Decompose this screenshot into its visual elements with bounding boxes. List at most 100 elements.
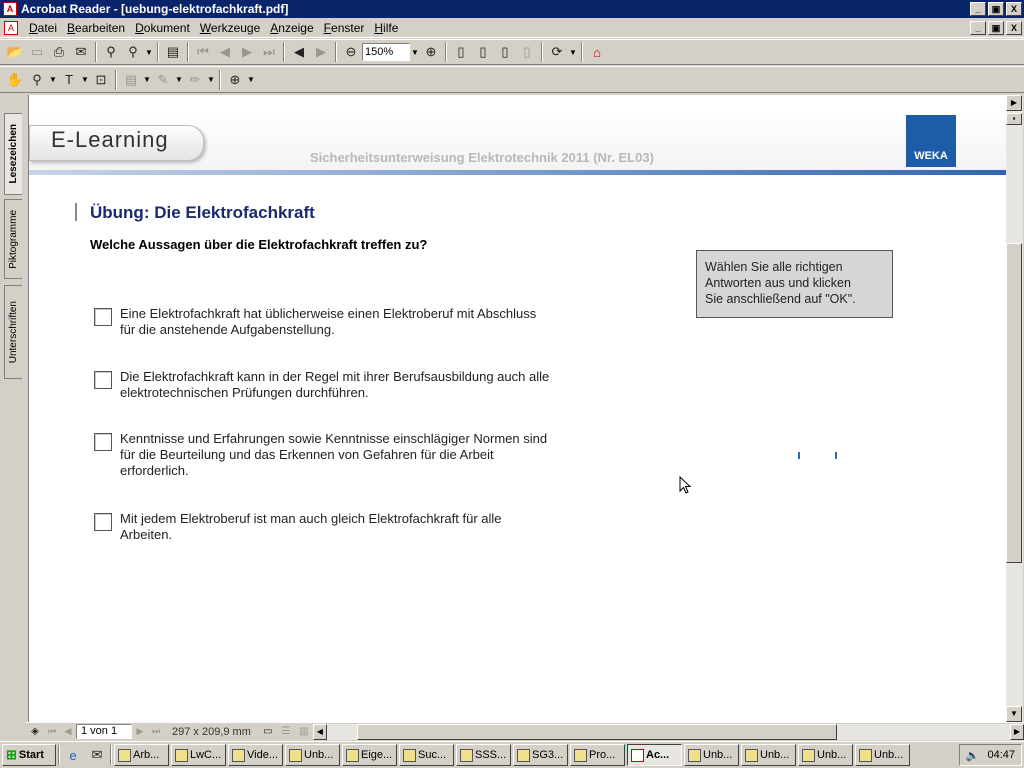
minimize-button[interactable]: _ xyxy=(970,2,986,16)
menu-werkzeuge[interactable]: Werkzeuge xyxy=(195,21,265,35)
pane-toggle-icon[interactable]: ◈ xyxy=(26,721,44,743)
taskbar-item-14[interactable]: Unb... xyxy=(855,744,910,766)
reflow-icon[interactable]: ▯ xyxy=(516,41,538,63)
taskbar-item-11[interactable]: Unb... xyxy=(684,744,739,766)
tab-piktogramme[interactable]: Piktogramme xyxy=(4,199,22,279)
search-dropdown-icon[interactable]: ▼ xyxy=(144,48,154,57)
show-navigation-icon[interactable]: ▤ xyxy=(162,41,184,63)
taskbar-item-6[interactable]: Suc... xyxy=(399,744,454,766)
find-icon[interactable]: ⚲ xyxy=(100,41,122,63)
note-dropdown-icon[interactable]: ▼ xyxy=(142,75,152,84)
single-page-icon[interactable]: ▭ xyxy=(259,721,277,743)
zoom-in-icon[interactable]: ⊕ xyxy=(420,41,442,63)
vertical-scrollbar[interactable]: ▶ ▪ ▼ xyxy=(1006,95,1023,722)
scroll-up-icon[interactable]: ▶ xyxy=(1006,95,1022,111)
taskbar-item-8[interactable]: SG3... xyxy=(513,744,568,766)
internet-explorer-icon[interactable]: e xyxy=(62,744,84,766)
taskbar-item-4[interactable]: Unb... xyxy=(285,744,340,766)
email-icon[interactable]: ✉ xyxy=(70,41,92,63)
menu-fenster[interactable]: Fenster xyxy=(319,21,370,35)
document-icon[interactable]: A xyxy=(4,20,18,35)
volume-icon[interactable]: 🔈 xyxy=(966,749,980,762)
fit-width-icon[interactable]: ▯ xyxy=(494,41,516,63)
horizontal-scroll-thumb[interactable] xyxy=(356,723,837,740)
page-number-field[interactable]: 1 von 1 xyxy=(76,724,132,739)
title-accent-bar xyxy=(75,203,77,221)
menu-bearbeiten[interactable]: Bearbeiten xyxy=(62,21,130,35)
hand-tool-icon[interactable]: ✋ xyxy=(4,69,26,91)
menu-anzeige[interactable]: Anzeige xyxy=(265,21,318,35)
menu-datei[interactable]: Datei xyxy=(24,21,62,35)
horizontal-scrollbar[interactable] xyxy=(326,723,1010,740)
zoom-dropdown-icon[interactable]: ▼ xyxy=(410,48,420,57)
scroll-left-icon[interactable]: ◀ xyxy=(312,723,327,740)
first-page-small-icon[interactable]: ⏮ xyxy=(44,721,60,743)
signature-icon[interactable]: ⊕ xyxy=(224,69,246,91)
go-back-icon[interactable]: ◀ xyxy=(288,41,310,63)
last-page-small-icon[interactable]: ⏭ xyxy=(148,721,164,743)
zoom-input[interactable]: 150% xyxy=(362,43,410,61)
last-page-icon[interactable]: ⏭ xyxy=(258,41,280,63)
menu-hilfe[interactable]: Hilfe xyxy=(369,21,403,35)
highlighter-icon[interactable]: ✏ xyxy=(184,69,206,91)
continuous-icon[interactable]: ☰ xyxy=(277,721,295,743)
taskbar-item-2[interactable]: LwC... xyxy=(171,744,226,766)
tab-lesezeichen[interactable]: Lesezeichen xyxy=(4,113,22,195)
zoom-tool-icon[interactable]: ⚲ xyxy=(26,69,48,91)
print-icon[interactable]: ⎙ xyxy=(48,41,70,63)
rotate-icon[interactable]: ⟳ xyxy=(546,41,568,63)
open-icon[interactable]: 📂 xyxy=(4,41,26,63)
actual-size-icon[interactable]: ▯ xyxy=(450,41,472,63)
answer-checkbox-3[interactable] xyxy=(94,433,112,451)
next-page-small-icon[interactable]: ▶ xyxy=(132,721,148,743)
go-forward-icon[interactable]: ▶ xyxy=(310,41,332,63)
highlighter-dropdown-icon[interactable]: ▼ xyxy=(206,75,216,84)
text-select-dropdown-icon[interactable]: ▼ xyxy=(80,75,90,84)
maximize-button[interactable]: ▣ xyxy=(988,2,1004,16)
taskbar-item-13[interactable]: Unb... xyxy=(798,744,853,766)
pencil-icon[interactable]: ✎ xyxy=(152,69,174,91)
text-select-icon[interactable]: T xyxy=(58,69,80,91)
scroll-page-icon[interactable]: ▪ xyxy=(1006,113,1022,125)
scroll-right-icon[interactable]: ▶ xyxy=(1010,723,1024,740)
note-icon[interactable]: ▤ xyxy=(120,69,142,91)
zoom-tool-dropdown-icon[interactable]: ▼ xyxy=(48,75,58,84)
pencil-dropdown-icon[interactable]: ▼ xyxy=(174,75,184,84)
next-page-icon[interactable]: ▶ xyxy=(236,41,258,63)
fit-page-icon[interactable]: ▯ xyxy=(472,41,494,63)
taskbar-item-1[interactable]: Arb... xyxy=(114,744,169,766)
signature-dropdown-icon[interactable]: ▼ xyxy=(246,75,256,84)
close-button[interactable]: X xyxy=(1006,2,1022,16)
vertical-scroll-thumb[interactable] xyxy=(1006,243,1022,563)
first-page-icon[interactable]: ⏮ xyxy=(192,41,214,63)
facing-icon[interactable]: ▥ xyxy=(295,721,313,743)
taskbar-item-12[interactable]: Unb... xyxy=(741,744,796,766)
taskbar-item-acrobat[interactable]: Ac... xyxy=(627,744,682,766)
answer-checkbox-2[interactable] xyxy=(94,371,112,389)
previous-page-icon[interactable]: ◀ xyxy=(214,41,236,63)
scroll-down-icon[interactable]: ▼ xyxy=(1006,706,1022,722)
prev-page-small-icon[interactable]: ◀ xyxy=(60,721,76,743)
doc-minimize-button[interactable]: _ xyxy=(970,21,986,35)
answer-checkbox-1[interactable] xyxy=(94,308,112,326)
search-icon[interactable]: ⚲ xyxy=(122,41,144,63)
acrobat-app-icon[interactable]: A xyxy=(3,2,17,16)
doc-close-button[interactable]: X xyxy=(1006,21,1022,35)
answer-checkbox-4[interactable] xyxy=(94,513,112,531)
windows-logo-icon: ⊞ xyxy=(6,747,17,762)
acrobat-online-icon[interactable]: ⌂ xyxy=(586,41,608,63)
clock[interactable]: 04:47 xyxy=(987,749,1015,761)
outlook-express-icon[interactable]: ✉ xyxy=(86,744,108,766)
snapshot-icon[interactable]: ⊡ xyxy=(90,69,112,91)
tab-unterschriften[interactable]: Unterschriften xyxy=(4,285,22,379)
save-icon[interactable]: ▭ xyxy=(26,41,48,63)
rotate-dropdown-icon[interactable]: ▼ xyxy=(568,48,578,57)
zoom-out-icon[interactable]: ⊖ xyxy=(340,41,362,63)
menu-dokument[interactable]: Dokument xyxy=(130,21,195,35)
doc-restore-button[interactable]: ▣ xyxy=(988,21,1004,35)
taskbar-item-7[interactable]: SSS... xyxy=(456,744,511,766)
start-button[interactable]: ⊞ Start xyxy=(2,744,56,766)
taskbar-item-5[interactable]: Eige... xyxy=(342,744,397,766)
taskbar-item-9[interactable]: Pro... xyxy=(570,744,625,766)
taskbar-item-3[interactable]: Vide... xyxy=(228,744,283,766)
